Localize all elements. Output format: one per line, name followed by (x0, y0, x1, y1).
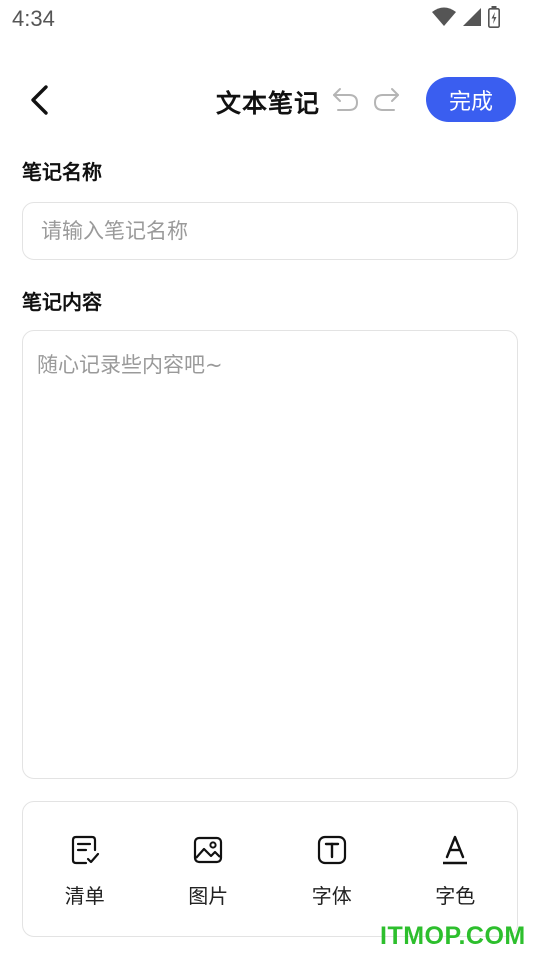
note-name-label: 笔记名称 (22, 160, 102, 184)
image-button[interactable]: 图片 (147, 802, 271, 936)
redo-button[interactable] (370, 84, 402, 116)
site-watermark: ITMOP.COM (380, 922, 526, 950)
wifi-icon (432, 7, 456, 26)
checklist-icon (71, 835, 99, 865)
back-arrow-icon (31, 85, 48, 115)
checklist-button[interactable]: 清单 (23, 802, 147, 936)
note-content-input[interactable] (22, 330, 518, 779)
font-color-label: 字色 (435, 884, 476, 908)
back-button[interactable] (20, 80, 60, 120)
undo-icon (333, 88, 359, 111)
page-title: 文本笔记 (216, 89, 321, 118)
font-label: 字体 (311, 884, 352, 908)
done-button[interactable]: 完成 (426, 77, 516, 122)
status-time: 4:34 (12, 6, 55, 31)
status-icons (432, 6, 500, 28)
format-toolbar: 清单 图片 字体 字色 (22, 801, 518, 937)
redo-icon (373, 88, 399, 111)
font-color-icon (443, 835, 468, 865)
font-button[interactable]: 字体 (270, 802, 394, 936)
checklist-label: 清单 (64, 884, 105, 908)
note-name-input[interactable] (22, 202, 518, 260)
signal-icon (463, 8, 481, 26)
image-label: 图片 (188, 884, 229, 908)
battery-icon (488, 6, 500, 28)
header: 文本笔记 完成 (0, 70, 540, 130)
image-icon (194, 836, 223, 864)
note-content-label: 笔记内容 (22, 290, 102, 314)
font-icon (317, 835, 346, 865)
font-color-button[interactable]: 字色 (394, 802, 518, 936)
status-bar: 4:34 (0, 0, 540, 40)
undo-button[interactable] (330, 84, 362, 116)
